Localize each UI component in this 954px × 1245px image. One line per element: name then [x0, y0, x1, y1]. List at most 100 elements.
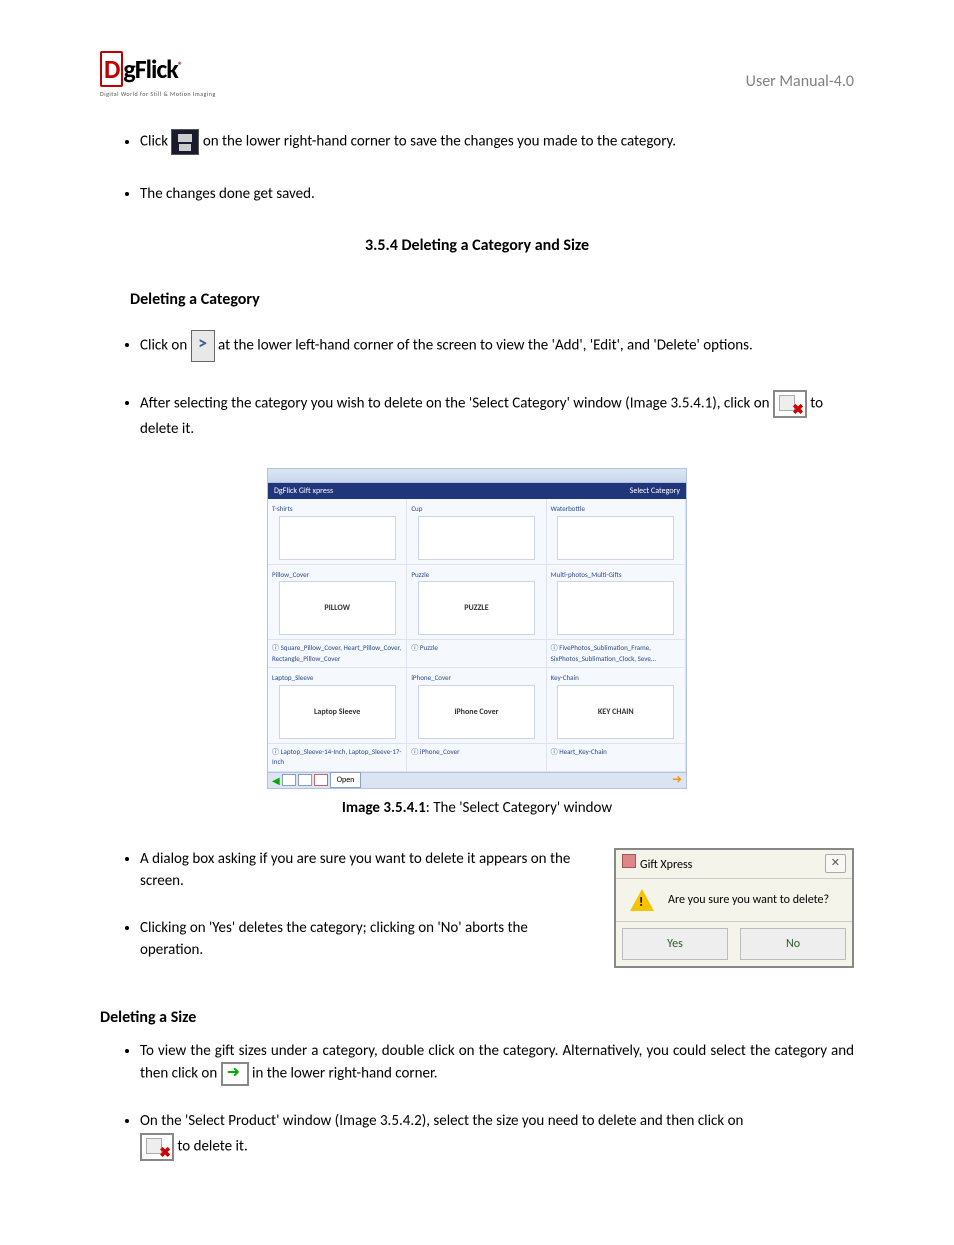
screenshot-window: DgFlick Gift xpress Select Category T-sh… — [267, 468, 687, 789]
text: in the lower right-hand corner. — [252, 1065, 438, 1083]
cell-thumbnail: PUZZLE — [418, 581, 535, 635]
list-item: To view the gift sizes under a category,… — [140, 1040, 854, 1087]
dialog-title-text: Gift Xpress — [640, 858, 692, 872]
footer-button — [282, 774, 296, 786]
list-item: Clicking on 'Yes' deletes the category; … — [140, 917, 584, 962]
expand-icon: > — [191, 330, 215, 362]
app-icon — [622, 854, 636, 868]
close-icon[interactable]: ✕ — [825, 854, 846, 873]
open-button: Open — [330, 772, 362, 788]
list-item: A dialog box asking if you are sure you … — [140, 848, 584, 893]
figure-caption: Image 3.5.4.1: The 'Select Category' win… — [100, 797, 854, 820]
cell-thumbnail — [418, 516, 535, 560]
category-sublabel-cell: ⓘ iPhone_Cover — [407, 744, 546, 772]
forward-arrow-icon: ➜ — [672, 771, 682, 789]
window-brandbar: DgFlick Gift xpress Select Category — [268, 483, 686, 499]
cell-label: iPhone_Cover — [411, 672, 541, 685]
cell-thumbnail — [279, 516, 396, 560]
caption-bold: Image 3.5.4.1 — [342, 799, 426, 817]
window-footer: ◀ Open ➜ — [268, 772, 686, 788]
text: to delete it. — [177, 1137, 247, 1155]
no-button[interactable]: No — [740, 928, 846, 960]
dialog-info-list: A dialog box asking if you are sure you … — [100, 848, 584, 962]
text: After selecting the category you wish to… — [140, 394, 773, 412]
footer-delete-button — [314, 774, 328, 786]
cell-sublabel: ⓘ iPhone_Cover — [411, 746, 541, 759]
text: On the 'Select Product' window (Image 3.… — [140, 1112, 743, 1130]
warning-icon — [630, 889, 654, 911]
subheading-deleting-category: Deleting a Category — [130, 288, 854, 312]
category-sublabel-cell: ⓘ Puzzle — [407, 640, 546, 668]
category-sublabel-cell: ⓘ Laptop_Sleeve-14-Inch, Laptop_Sleeve-1… — [268, 744, 407, 772]
cell-label: Laptop_Sleeve — [272, 672, 402, 685]
intro-list: Click on the lower right-hand corner to … — [100, 129, 854, 206]
category-cell: iPhone_CoveriPhone Cover — [407, 668, 546, 744]
cell-label: Puzzle — [411, 569, 541, 582]
list-item: The changes done get saved. — [140, 183, 854, 206]
list-item: Click on the lower right-hand corner to … — [140, 129, 854, 155]
dialog-buttons: Yes No — [616, 921, 852, 966]
category-cell: T-shirts — [268, 499, 407, 565]
category-sublabel-cell: ⓘ Square_Pillow_Cover, Heart_Pillow_Cove… — [268, 640, 407, 668]
dialog-titlebar: Gift Xpress ✕ — [616, 850, 852, 879]
text: Click — [140, 133, 171, 151]
forward-arrow-icon — [221, 1062, 249, 1086]
cell-sublabel: ⓘ Laptop_Sleeve-14-Inch, Laptop_Sleeve-1… — [272, 746, 402, 769]
cell-thumbnail: PILLOW — [279, 581, 396, 635]
cell-label: Pillow_Cover — [272, 569, 402, 582]
category-cell: Pillow_CoverPILLOW — [268, 565, 407, 641]
yes-button[interactable]: Yes — [622, 928, 728, 960]
figure-select-category: DgFlick Gift xpress Select Category T-sh… — [100, 468, 854, 791]
category-grid: T-shirts Cup Waterbottle Pillow_CoverPILLOW… — [268, 499, 686, 772]
list-item: After selecting the category you wish to… — [140, 390, 854, 441]
category-sublabel-cell: ⓘ Heart_Key-Chain — [547, 744, 686, 772]
back-arrow-icon: ◀ — [272, 773, 280, 788]
text: at the lower left-hand corner of the scr… — [218, 336, 753, 354]
logo: DgFlick® Digital World for Still & Motio… — [100, 50, 216, 99]
confirm-dialog: Gift Xpress ✕ Are you sure you want to d… — [614, 848, 854, 968]
caption-rest: : The 'Select Category' window — [426, 799, 612, 817]
cell-sublabel: ⓘ FivePhotos_Sublimation_Frame, SixPhoto… — [551, 642, 681, 665]
category-cell: Cup — [407, 499, 546, 565]
list-item: On the 'Select Product' window (Image 3.… — [140, 1110, 854, 1161]
list-item: Click on > at the lower left-hand corner… — [140, 330, 854, 362]
logo-tagline: Digital World for Still & Motion Imaging — [100, 90, 216, 99]
dialog-body: Are you sure you want to delete? — [616, 879, 852, 921]
subheading-deleting-size: Deleting a Size — [100, 1006, 854, 1030]
dialog-text-column: A dialog box asking if you are sure you … — [100, 848, 584, 986]
category-cell: PuzzlePUZZLE — [407, 565, 546, 641]
cell-sublabel: ⓘ Heart_Key-Chain — [551, 746, 681, 759]
dialog-section: A dialog box asking if you are sure you … — [100, 848, 854, 986]
manual-title: User Manual-4.0 — [746, 70, 854, 94]
delete-icon — [773, 390, 807, 418]
cell-sublabel: ⓘ Square_Pillow_Cover, Heart_Pillow_Cove… — [272, 642, 402, 665]
cell-label: Key-Chain — [551, 672, 681, 685]
cell-label: Multi-photos_Multi-Gifts — [551, 569, 681, 582]
save-icon — [171, 129, 199, 155]
cell-thumbnail: KEY CHAIN — [557, 685, 674, 739]
cell-label: Waterbottle — [551, 503, 681, 516]
window-titlebar — [268, 469, 686, 483]
text: Click on — [140, 336, 191, 354]
cell-thumbnail — [557, 581, 674, 635]
cell-thumbnail: Laptop Sleeve — [279, 685, 396, 739]
category-cell: Laptop_SleeveLaptop Sleeve — [268, 668, 407, 744]
delete-size-list: To view the gift sizes under a category,… — [100, 1040, 854, 1161]
dialog-title-left: Gift Xpress — [622, 854, 692, 874]
category-cell: Key-ChainKEY CHAIN — [547, 668, 686, 744]
cell-sublabel: ⓘ Puzzle — [411, 642, 541, 655]
section-heading: 3.5.4 Deleting a Category and Size — [100, 234, 854, 258]
delete-category-list: Click on > at the lower left-hand corner… — [100, 330, 854, 441]
text: on the lower right-hand corner to save t… — [203, 133, 676, 151]
footer-button — [298, 774, 312, 786]
brand-right: Select Category — [630, 485, 680, 497]
cell-label: Cup — [411, 503, 541, 516]
cell-thumbnail: iPhone Cover — [418, 685, 535, 739]
delete-icon — [140, 1133, 174, 1161]
category-sublabel-cell: ⓘ FivePhotos_Sublimation_Frame, SixPhoto… — [547, 640, 686, 668]
cell-label: T-shirts — [272, 503, 402, 516]
logo-text: DgFlick® — [100, 50, 216, 89]
page-header: DgFlick® Digital World for Still & Motio… — [100, 50, 854, 99]
category-cell: Waterbottle — [547, 499, 686, 565]
cell-thumbnail — [557, 516, 674, 560]
